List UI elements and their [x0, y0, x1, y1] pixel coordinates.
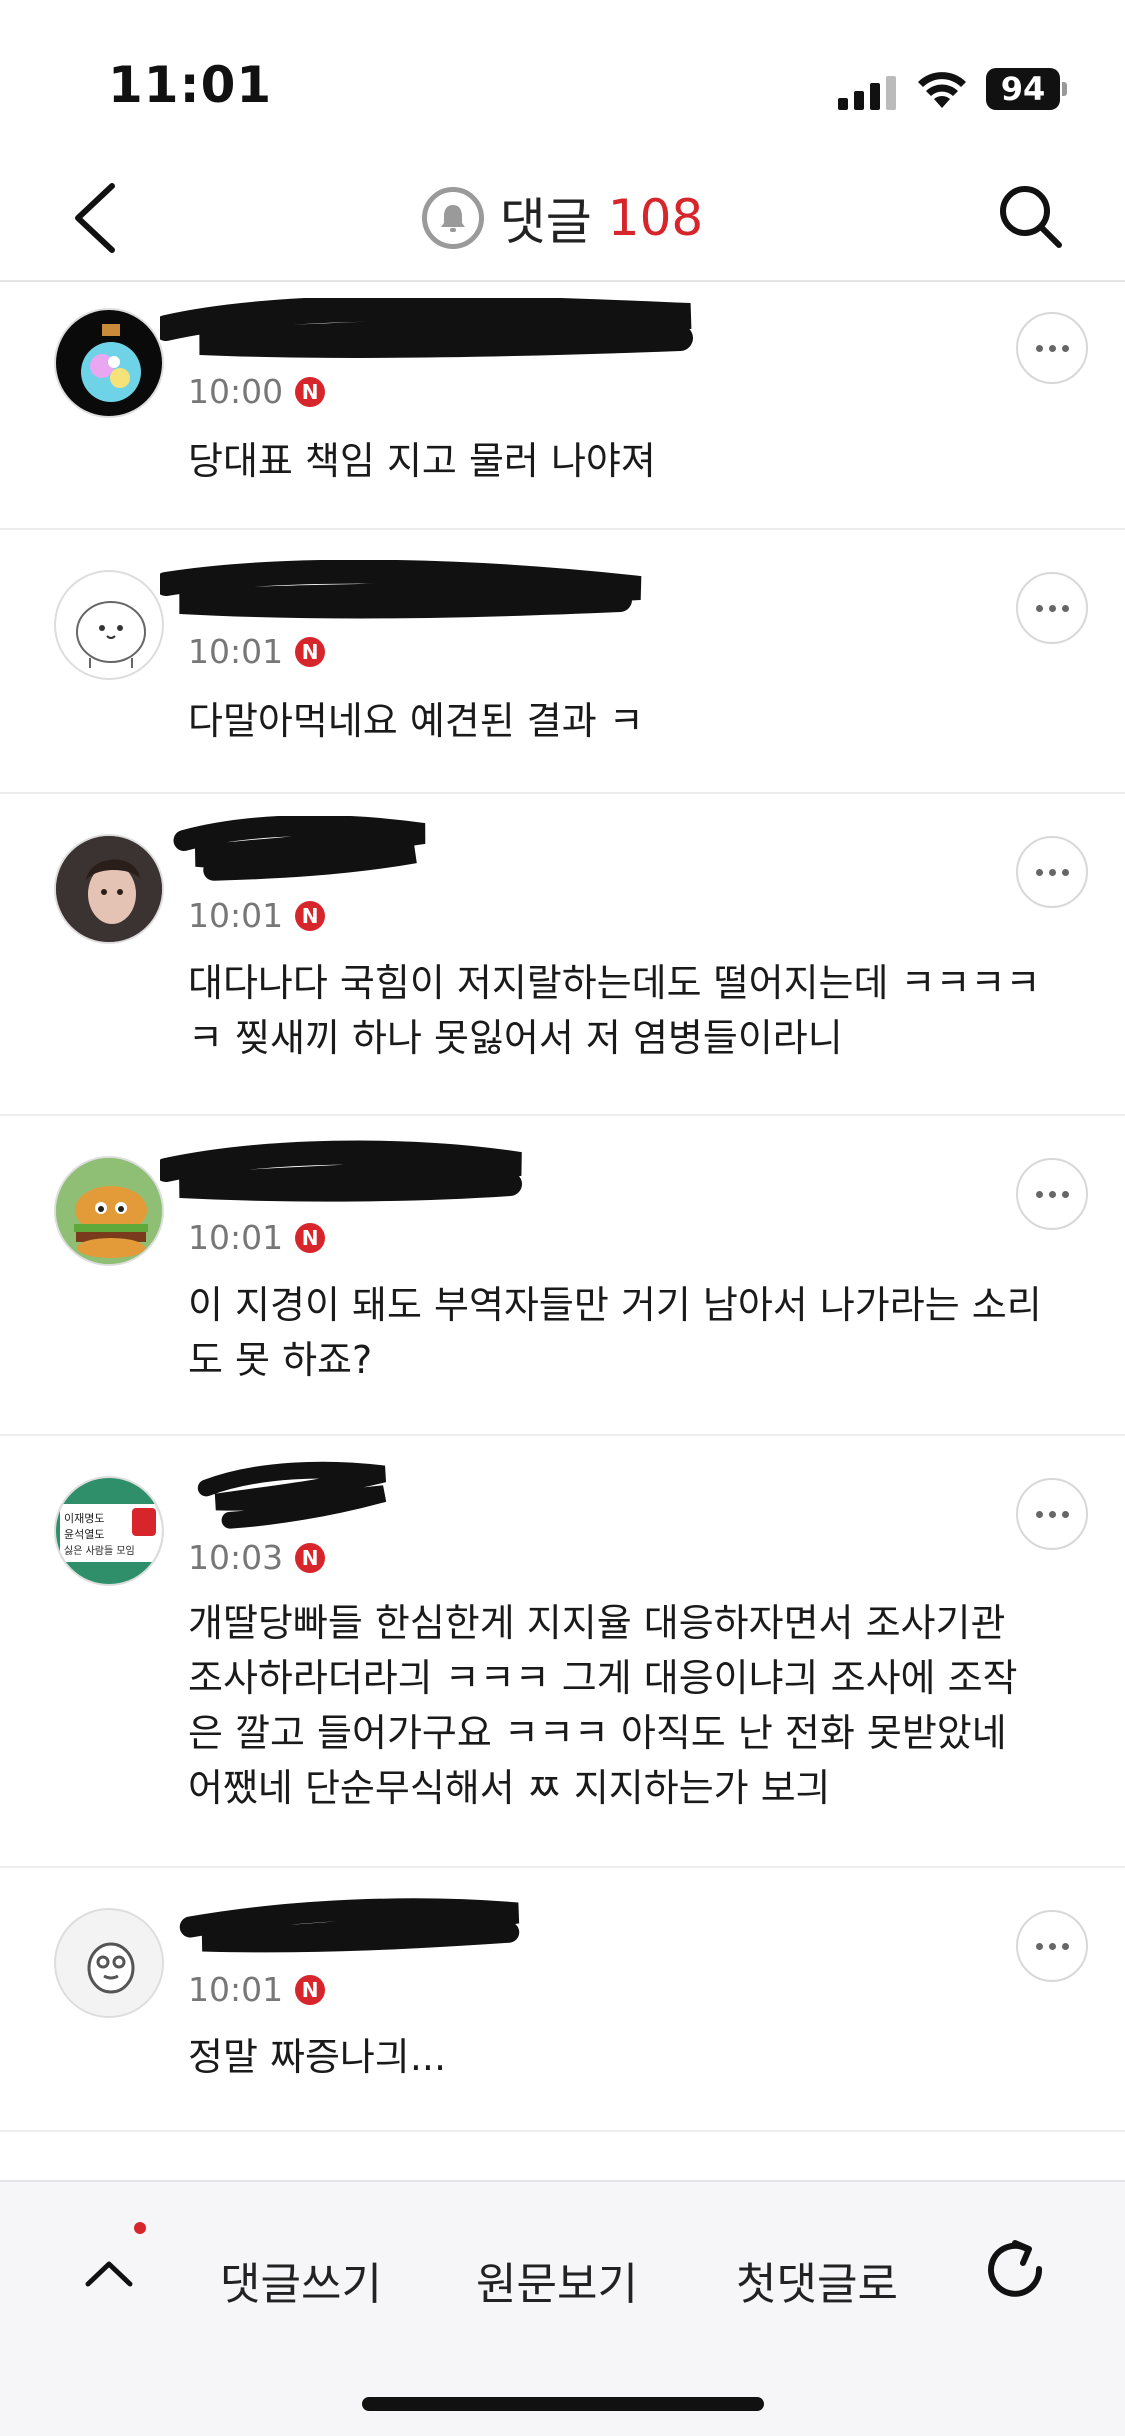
view-original-button[interactable]: 원문보기: [476, 2248, 638, 2312]
write-comment-button[interactable]: 댓글쓰기: [220, 2248, 382, 2312]
redacted-username: [160, 298, 693, 358]
battery-level: 94: [986, 68, 1060, 110]
new-badge: N: [295, 636, 326, 667]
comment-item: 10:00 N 당대표 책임 지고 물러 나야져: [0, 284, 1125, 530]
badge-line-1: 이재명도: [64, 1512, 104, 1525]
dot: [1035, 868, 1043, 876]
battery-tip: [1062, 82, 1067, 96]
redacted-username: [179, 1898, 520, 1953]
wifi-icon: [918, 72, 966, 108]
first-comment-button[interactable]: 첫댓글로: [736, 2248, 898, 2312]
avatar[interactable]: [54, 834, 164, 944]
redacted-username: [197, 1461, 387, 1529]
comment-text: 정말 짜증나긔...: [188, 2035, 447, 2079]
cellular-signal-icon: [838, 76, 896, 110]
nav-bar: 댓글 108: [0, 150, 1125, 282]
comment-text: 이 지경이 돼도 부역자들만 거기 남아서 나가라는 소리 도 못 하죠?: [188, 1283, 1042, 1382]
avatar[interactable]: [54, 570, 164, 680]
new-badge: N: [295, 1222, 326, 1253]
title-label: 댓글: [499, 193, 592, 251]
dot: [1061, 344, 1069, 352]
comment-meta: 10:03 N: [188, 1538, 326, 1577]
comment-time: 10:01: [188, 632, 284, 671]
chevron-up-icon: [85, 2261, 133, 2287]
dot: [1035, 604, 1043, 612]
comment-text: 대다나다 국힘이 저지랄하는데도 떨어지는데 ㅋㅋㅋㅋ ㅋ 찢새끼 하나 못잃어…: [188, 961, 1041, 1060]
refresh-button[interactable]: [976, 2230, 1056, 2310]
comment-meta: 10:01 N: [188, 1970, 326, 2009]
status-time: 11:01: [108, 56, 273, 114]
dot: [1035, 344, 1043, 352]
comment-item: 이재명도 윤석열도 싫은 사람들 모임 10:03 N 개딸당빠들 한심한게 지…: [0, 1436, 1125, 1868]
comment-text: 개딸당빠들 한심한게 지지율 대응하자면서 조사기관 조사하라더라긔 ㅋㅋㅋ 그…: [188, 1601, 1018, 1810]
redacted-username: [160, 560, 642, 619]
badge-line-3: 싫은 사람들 모임: [64, 1544, 135, 1557]
dot: [1048, 1510, 1056, 1518]
more-options-button[interactable]: [1016, 836, 1088, 908]
new-badge: N: [295, 1542, 326, 1573]
comment-item: 10:01 N 이 지경이 돼도 부역자들만 거기 남아서 나가라는 소리 도 …: [0, 1116, 1125, 1436]
bell-icon[interactable]: [421, 187, 484, 249]
more-options-button[interactable]: [1016, 1158, 1088, 1230]
comment-count: 108: [607, 189, 704, 247]
comment-time: 10:03: [188, 1538, 284, 1577]
comment-time: 10:01: [188, 1970, 284, 2009]
dot: [1048, 868, 1056, 876]
avatar[interactable]: [54, 308, 164, 418]
search-button[interactable]: [990, 176, 1070, 256]
comment-item: 10:01 N 대다나다 국힘이 저지랄하는데도 떨어지는데 ㅋㅋㅋㅋ ㅋ 찢새…: [0, 794, 1125, 1116]
dot: [1035, 1942, 1043, 1950]
notification-dot: [134, 2222, 146, 2234]
refresh-icon: [988, 2240, 1043, 2297]
comment-text: 당대표 책임 지고 물러 나야져: [188, 439, 656, 483]
dot: [1048, 344, 1056, 352]
avatar[interactable]: [54, 1156, 164, 1266]
dot: [1061, 1190, 1069, 1198]
dot: [1048, 1190, 1056, 1198]
new-badge: N: [295, 1974, 326, 2005]
battery-icon: 94: [986, 68, 1067, 110]
new-badge: N: [295, 376, 326, 407]
comment-time: 10:01: [188, 896, 284, 935]
comment-list: 10:00 N 당대표 책임 지고 물러 나야져 10:01 N 다말아먹네요 …: [0, 284, 1125, 2132]
more-options-button[interactable]: [1016, 1478, 1088, 1550]
redacted-username: [173, 816, 426, 881]
comment-meta: 10:01 N: [188, 1218, 326, 1257]
comment-text: 다말아먹네요 예견된 결과 ㅋ: [188, 699, 644, 743]
comment-time: 10:01: [188, 1218, 284, 1257]
bottom-toolbar: 댓글쓰기 원문보기 첫댓글로: [0, 2180, 1125, 2436]
more-options-button[interactable]: [1016, 572, 1088, 644]
comment-item: 10:01 N 다말아먹네요 예견된 결과 ㅋ: [0, 530, 1125, 794]
dot: [1048, 1942, 1056, 1950]
dot: [1061, 1510, 1069, 1518]
avatar[interactable]: 이재명도 윤석열도 싫은 사람들 모임: [54, 1476, 164, 1586]
search-icon: [1000, 186, 1062, 248]
comment-item: 10:01 N 정말 짜증나긔...: [0, 1868, 1125, 2132]
dot: [1061, 868, 1069, 876]
status-bar: 11:01 94: [0, 0, 1125, 150]
dot: [1035, 1510, 1043, 1518]
scroll-up-button[interactable]: [74, 2238, 144, 2308]
comment-meta: 10:01 N: [188, 632, 326, 671]
dot: [1048, 604, 1056, 612]
comment-time: 10:00: [188, 372, 284, 411]
avatar[interactable]: [54, 1908, 164, 2018]
new-badge: N: [295, 900, 326, 931]
dot: [1061, 604, 1069, 612]
redacted-username: [160, 1140, 522, 1202]
more-options-button[interactable]: [1016, 1910, 1088, 1982]
comment-meta: 10:00 N: [188, 372, 326, 411]
badge-line-2: 윤석열도: [64, 1528, 104, 1541]
comment-meta: 10:01 N: [188, 896, 326, 935]
home-indicator: [362, 2397, 764, 2411]
dot: [1061, 1942, 1069, 1950]
page-title: 댓글 108: [0, 180, 1125, 256]
more-options-button[interactable]: [1016, 312, 1088, 384]
dot: [1035, 1190, 1043, 1198]
